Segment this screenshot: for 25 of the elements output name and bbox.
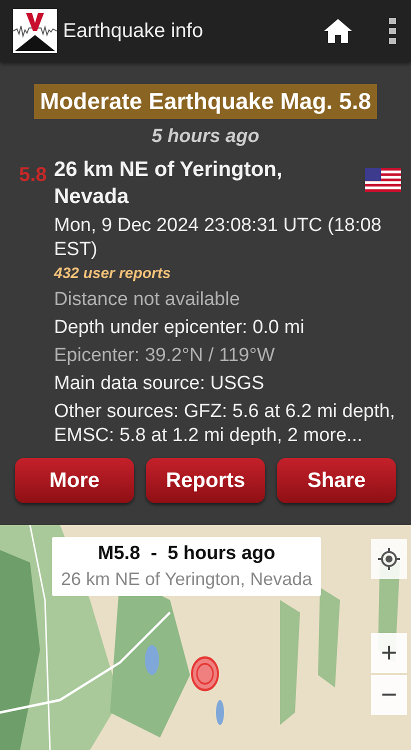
overflow-menu-icon[interactable] [389, 18, 397, 44]
detail-text: 432 user reports [54, 264, 172, 284]
action-button[interactable]: Reports [146, 458, 265, 503]
my-location-icon [377, 547, 401, 571]
zoom-out-button[interactable]: − [371, 675, 407, 715]
popup-title: M5.8 - 5 hours ago [96, 543, 276, 565]
detail-text: Depth under epicenter: 0.0 mi [54, 316, 306, 340]
action-button[interactable]: More [15, 458, 134, 503]
action-button[interactable]: Share [277, 458, 396, 503]
detail-text: Epicenter: 39.2°N / 119°W [54, 344, 276, 368]
flag-icon [365, 168, 401, 192]
popup-subtitle: 26 km NE of Yerington, Nevada [61, 569, 312, 590]
zoom-in-button[interactable]: + [371, 633, 407, 673]
time-ago: 5 hours ago [152, 126, 260, 148]
detail-text: Main data source: USGS [54, 372, 266, 396]
detail-text: Mon, 9 Dec 2024 23:08:31 UTC (18:08 EST) [54, 214, 382, 262]
headline-banner: Moderate Earthquake Mag. 5.8 [34, 84, 378, 119]
locate-button[interactable] [371, 539, 407, 579]
home-icon[interactable] [323, 18, 353, 44]
magnitude: 5.8 [18, 163, 48, 188]
detail-text: Other sources: GFZ: 5.6 at 6.2 mi depth, EMSC: 5.8 at 1.2 mi depth, 2 more... [54, 400, 396, 448]
detail-text: Distance not available [54, 288, 241, 312]
location-title: 26 km NE of Yerington, Nevada [54, 157, 284, 210]
app-title: Earthquake info [63, 20, 204, 42]
app-logo-icon [13, 9, 57, 53]
